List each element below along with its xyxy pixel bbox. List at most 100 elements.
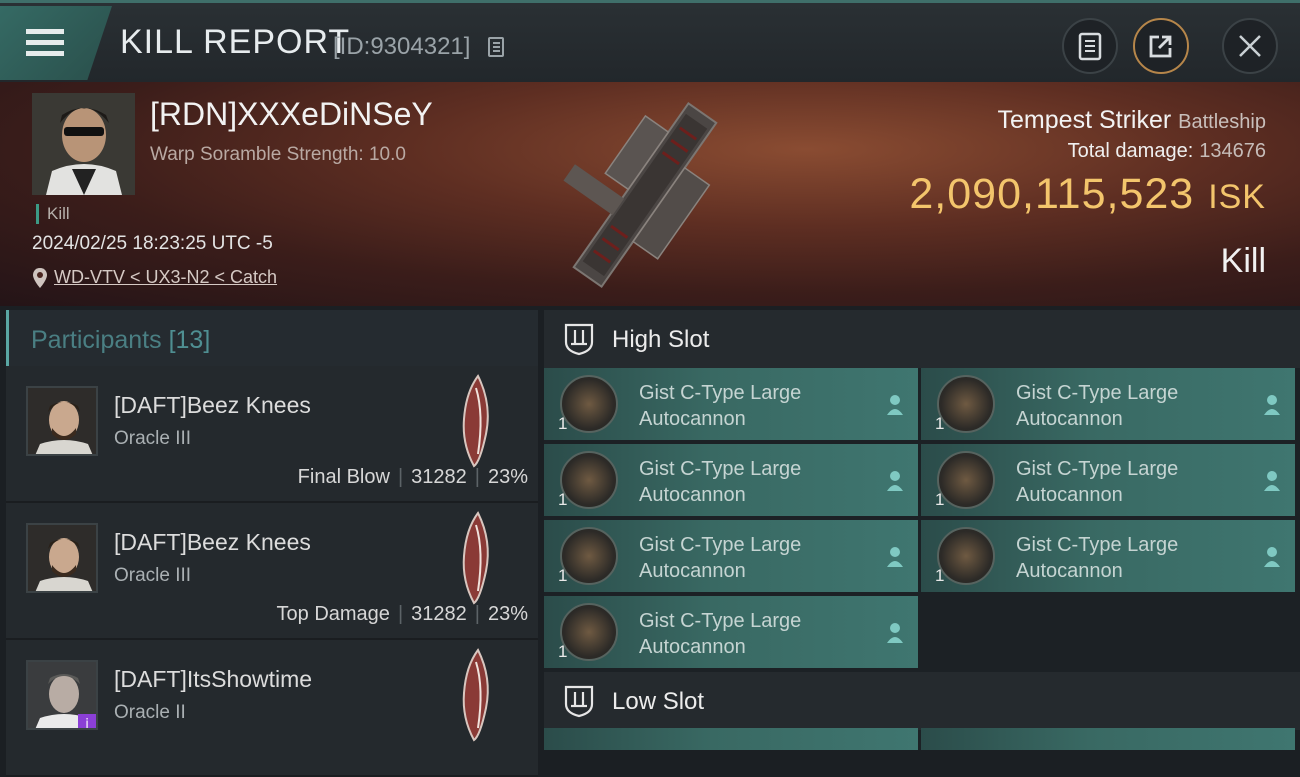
module-quantity: 1 [558, 642, 568, 661]
pilot-icon [1264, 547, 1280, 567]
autocannon-icon [937, 375, 995, 433]
module-name: Gist C-Type Large Autocannon [639, 456, 801, 508]
isk-value: 2,090,115,523 ISK [909, 170, 1266, 219]
participant-avatar: i [26, 660, 98, 730]
module-card[interactable]: 1 Gist C-Type Large Autocannon [921, 444, 1295, 516]
module-name: Gist C-Type Large Autocannon [1016, 532, 1178, 584]
participant-ship-icon [462, 374, 489, 468]
clipboard-button[interactable] [1062, 18, 1118, 74]
high-slot-header: High Slot [544, 310, 1300, 368]
module-quantity: 1 [935, 490, 945, 509]
victim-avatar[interactable] [32, 93, 135, 195]
menu-button[interactable] [0, 6, 112, 80]
participant-row[interactable]: [DAFT]Beez Knees Oracle III Final Blow | 3… [6, 366, 538, 503]
module-quantity: 1 [558, 414, 568, 433]
participant-row[interactable]: [DAFT]Beez Knees Oracle III Top Damage | 3… [6, 503, 538, 640]
menu-icon [26, 29, 64, 34]
module-name: Gist C-Type Large Autocannon [1016, 456, 1178, 508]
participant-stats: Top Damage | 31282 | 23% [276, 603, 528, 625]
module-name: Gist C-Type Large Autocannon [639, 532, 801, 584]
participant-name[interactable]: [DAFT]Beez Knees [114, 529, 311, 556]
fitting-panel: High Slot 1 Gist C-Type Large Autocannon … [544, 310, 1300, 750]
autocannon-icon [560, 527, 618, 585]
participant-damage: 31282 [411, 466, 467, 488]
total-damage: Total damage: 134676 [1068, 140, 1266, 163]
module-name-line1: Gist C-Type Large [1016, 382, 1179, 404]
victim-portrait-image [32, 93, 135, 195]
pilot-icon [1264, 395, 1280, 415]
pilot-icon [1264, 471, 1280, 491]
module-name-line1: Gist C-Type Large [639, 382, 802, 404]
participant-ship: Oracle III [114, 565, 192, 586]
participant-ship: Oracle II [114, 702, 186, 723]
module-name-line2: Autocannon [639, 408, 746, 430]
low-slot-header: Low Slot [544, 672, 1300, 730]
participant-name[interactable]: [DAFT]Beez Knees [114, 392, 311, 419]
module-card[interactable]: 1 Gist C-Type Large Autocannon [544, 520, 918, 592]
participant-ship-icon [462, 511, 489, 605]
menu-icon [26, 51, 64, 56]
share-button[interactable] [1133, 18, 1189, 74]
module-name-line1: Gist C-Type Large [1016, 458, 1179, 480]
pilot-icon [887, 471, 903, 491]
total-damage-label: Total damage: [1067, 140, 1194, 162]
participants-count: [13] [168, 326, 211, 354]
module-name-line1: Gist C-Type Large [639, 458, 802, 480]
module-quantity: 1 [935, 414, 945, 433]
module-quantity: 1 [558, 490, 568, 509]
module-card[interactable] [544, 728, 918, 750]
high-slot-label: High Slot [612, 326, 710, 353]
victim-ship: Tempest Striker Battleship [998, 106, 1266, 135]
participant-avatar [26, 523, 98, 593]
kill-tag: Kill [36, 204, 70, 224]
module-name-line2: Autocannon [639, 484, 746, 506]
menu-icon [26, 40, 64, 45]
module-name: Gist C-Type Large Autocannon [639, 380, 801, 432]
autocannon-icon [560, 603, 618, 661]
module-quantity: 1 [558, 566, 568, 585]
module-name-line1: Gist C-Type Large [1016, 534, 1179, 556]
result-label: Kill [1220, 242, 1266, 280]
location-link[interactable]: WD-VTV < UX3-N2 < Catch [54, 267, 277, 288]
autocannon-icon [937, 527, 995, 585]
pilot-icon [887, 623, 903, 643]
report-id: [ID:9304321] [333, 33, 471, 60]
module-name-line2: Autocannon [1016, 408, 1123, 430]
module-quantity: 1 [935, 566, 945, 585]
module-name-line1: Gist C-Type Large [639, 610, 802, 632]
share-icon [1149, 35, 1172, 58]
module-card[interactable] [921, 728, 1295, 750]
ship-class: Battleship [1178, 111, 1266, 133]
module-name-line2: Autocannon [639, 560, 746, 582]
module-name-line2: Autocannon [1016, 560, 1123, 582]
module-card[interactable]: 1 Gist C-Type Large Autocannon [544, 444, 918, 516]
participant-row[interactable]: i [DAFT]ItsShowtime Oracle II [6, 640, 538, 777]
module-card[interactable]: 1 Gist C-Type Large Autocannon [921, 520, 1295, 592]
victim-name[interactable]: [RDN]XXXeDiNSeY [150, 96, 433, 133]
isk-unit: ISK [1208, 178, 1266, 216]
isk-amount: 2,090,115,523 [909, 170, 1195, 218]
copy-icon[interactable] [488, 37, 504, 57]
participant-name[interactable]: [DAFT]ItsShowtime [114, 666, 312, 693]
low-slot-icon [564, 685, 594, 718]
participant-avatar [26, 386, 98, 456]
page-title: KILL REPORT [120, 23, 351, 61]
participant-damage: 31282 [411, 603, 467, 625]
participants-label: Participants [31, 326, 162, 354]
ship-render-image [563, 101, 718, 289]
close-button[interactable] [1222, 18, 1278, 74]
module-card[interactable]: 1 Gist C-Type Large Autocannon [921, 368, 1295, 440]
module-card[interactable]: 1 Gist C-Type Large Autocannon [544, 596, 918, 668]
module-card[interactable]: 1 Gist C-Type Large Autocannon [544, 368, 918, 440]
participant-role: Final Blow [297, 466, 390, 488]
autocannon-icon [560, 451, 618, 509]
kill-datetime: 2024/02/25 18:23:25 UTC -5 [32, 233, 273, 254]
participant-ship-icon [462, 648, 489, 742]
module-name: Gist C-Type Large Autocannon [639, 608, 801, 660]
module-name-line1: Gist C-Type Large [639, 534, 802, 556]
total-damage-value: 134676 [1199, 140, 1266, 162]
module-name-line2: Autocannon [639, 636, 746, 658]
participant-percent: 23% [487, 603, 528, 625]
clipboard-icon [1078, 32, 1102, 61]
pilot-icon [887, 395, 903, 415]
